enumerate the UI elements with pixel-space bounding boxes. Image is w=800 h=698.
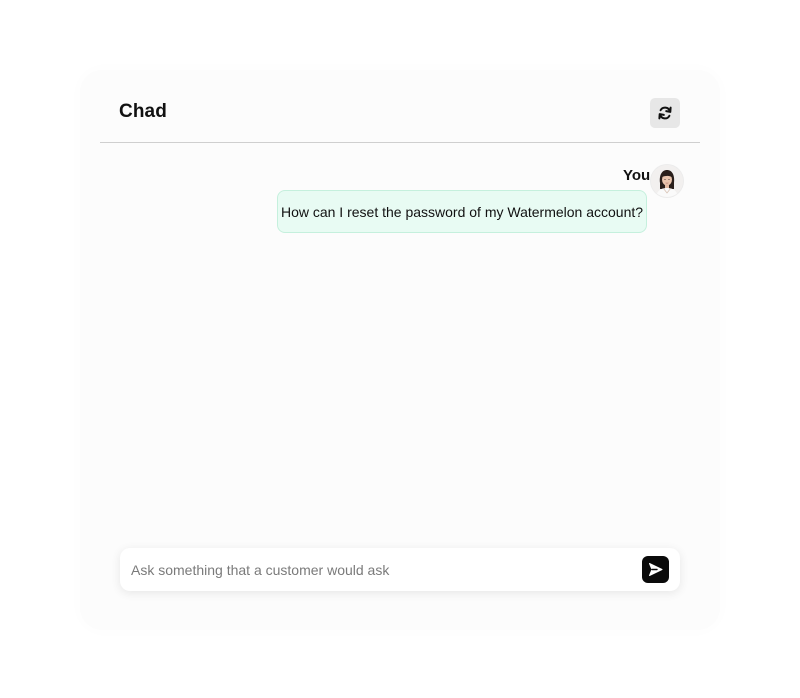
send-icon [649, 563, 663, 576]
refresh-button[interactable] [650, 98, 680, 128]
message-text: How can I reset the password of my Water… [280, 203, 644, 220]
message-input[interactable] [131, 548, 631, 591]
message-sender: You [623, 167, 651, 184]
refresh-icon [658, 106, 672, 120]
send-button[interactable] [642, 556, 669, 583]
chat-panel: Chad You How can I reset the password of… [80, 70, 720, 630]
chat-header: Chad [100, 70, 700, 143]
message-bubble: How can I reset the password of my Water… [277, 190, 647, 233]
message-composer [120, 548, 680, 591]
user-avatar [651, 165, 683, 197]
chat-title: Chad [119, 101, 167, 122]
